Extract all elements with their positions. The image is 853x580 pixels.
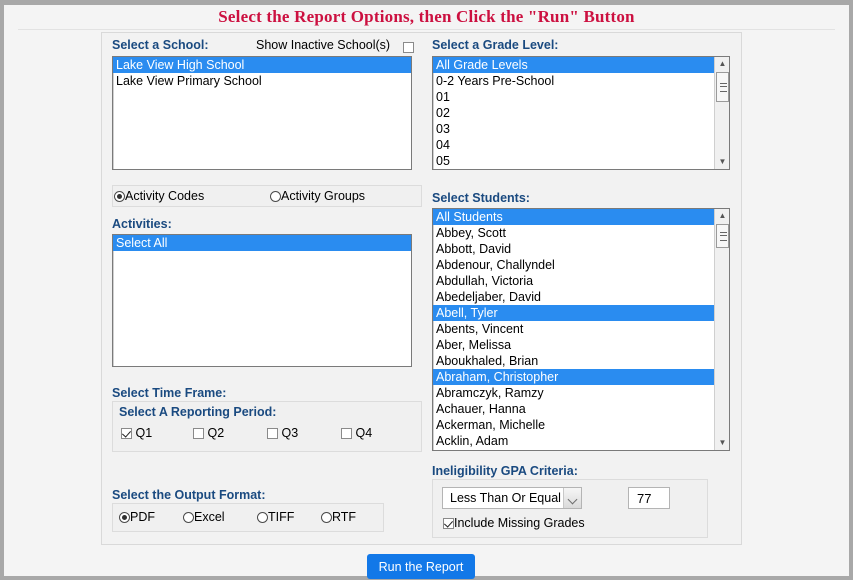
student-list-item[interactable]: Abramczyk, Ramzy — [433, 385, 714, 401]
quarter-checkbox-q2[interactable]: Q2 — [193, 426, 224, 440]
student-list-item[interactable]: Abbey, Scott — [433, 225, 714, 241]
page-title: Select the Report Options, then Click th… — [218, 7, 635, 26]
student-list-item[interactable]: Abedeljaber, David — [433, 289, 714, 305]
students-scrollbar[interactable]: ▲ ▼ — [714, 209, 729, 450]
quarter-checkbox-q1[interactable]: Q1 — [121, 426, 152, 440]
output-format-radio-tiff[interactable]: TIFF — [257, 510, 294, 524]
quarter-checkbox-q3[interactable]: Q3 — [267, 426, 298, 440]
grade-list-item[interactable]: 05 — [433, 153, 714, 169]
checkbox-icon — [443, 518, 454, 529]
quarter-label: Q4 — [352, 426, 373, 440]
radio-activity-codes[interactable]: Activity Codes — [114, 189, 204, 203]
radio-activity-groups[interactable]: Activity Groups — [270, 189, 365, 203]
student-list-item[interactable]: All Students — [433, 209, 714, 225]
radio-activity-codes-label: Activity Codes — [125, 189, 205, 203]
grade-list-item[interactable]: 0-2 Years Pre-School — [433, 73, 714, 89]
include-missing-grades-checkbox[interactable]: Include Missing Grades — [443, 516, 585, 530]
student-list-item[interactable]: Abell, Tyler — [433, 305, 714, 321]
grade-list-item[interactable]: 02 — [433, 105, 714, 121]
radio-icon — [257, 512, 268, 523]
quarter-checkbox-q4[interactable]: Q4 — [341, 426, 372, 440]
checkbox-icon — [121, 428, 132, 439]
quarter-label: Q2 — [204, 426, 225, 440]
radio-icon — [321, 512, 332, 523]
grade-scroll-up-icon[interactable]: ▲ — [715, 57, 729, 71]
checkbox-icon — [193, 428, 204, 439]
student-list-item[interactable]: Abraham, Christopher — [433, 369, 714, 385]
title-divider — [18, 29, 835, 30]
reporting-period-label: Select A Reporting Period: — [119, 405, 277, 419]
student-list-item[interactable]: Ackerman, Michelle — [433, 417, 714, 433]
show-inactive-checkbox[interactable] — [403, 38, 414, 56]
activities-section-label: Activities: — [112, 217, 172, 231]
students-scroll-up-icon[interactable]: ▲ — [715, 209, 729, 223]
grade-section-label: Select a Grade Level: — [432, 38, 559, 52]
radio-icon — [270, 191, 281, 202]
output-format-label: PDF — [130, 510, 155, 524]
student-list-item[interactable]: Abbott, David — [433, 241, 714, 257]
school-list-item[interactable]: Lake View High School — [113, 57, 411, 73]
student-list-item[interactable]: Aber, Melissa — [433, 337, 714, 353]
show-inactive-label: Show Inactive School(s) — [256, 38, 391, 52]
activity-list-item[interactable]: Select All — [113, 235, 411, 251]
output-format-radio-excel[interactable]: Excel — [183, 510, 225, 524]
students-scroll-thumb[interactable] — [716, 224, 729, 248]
grade-list-item[interactable]: 04 — [433, 137, 714, 153]
activities-listbox[interactable]: Select All — [112, 234, 412, 367]
output-format-radio-rtf[interactable]: RTF — [321, 510, 356, 524]
output-format-radio-pdf[interactable]: PDF — [119, 510, 155, 524]
grade-scroll-down-icon[interactable]: ▼ — [715, 155, 729, 169]
run-report-button[interactable]: Run the Report — [367, 554, 475, 579]
gpa-criteria-label: Ineligibility GPA Criteria: — [432, 464, 578, 478]
output-format-label: RTF — [332, 510, 357, 524]
gpa-comparison-select[interactable]: Less Than Or Equal To — [442, 487, 582, 509]
student-list-item[interactable]: Abdullah, Victoria — [433, 273, 714, 289]
grip-icon — [720, 232, 727, 241]
grade-list-item[interactable]: 03 — [433, 121, 714, 137]
grade-listbox[interactable]: All Grade Levels 0-2 Years Pre-School 01 02… — [432, 56, 730, 170]
output-format-label: TIFF — [268, 510, 295, 524]
quarter-label: Q3 — [278, 426, 299, 440]
students-scroll-down-icon[interactable]: ▼ — [715, 436, 729, 450]
radio-icon — [119, 512, 130, 523]
student-list-item[interactable]: Abents, Vincent — [433, 321, 714, 337]
school-listbox[interactable]: Lake View High School Lake View Primary S… — [112, 56, 412, 170]
checkbox-icon — [267, 428, 278, 439]
student-list-item[interactable]: Achauer, Hanna — [433, 401, 714, 417]
school-list-item[interactable]: Lake View Primary School — [113, 73, 411, 89]
gpa-comparison-value: Less Than Or Equal To — [450, 491, 578, 505]
grade-list-item[interactable]: All Grade Levels — [433, 57, 714, 73]
chevron-down-icon[interactable] — [563, 488, 581, 508]
student-list-item[interactable]: Acklin, Adam — [433, 433, 714, 449]
students-section-label: Select Students: — [432, 191, 530, 205]
grade-scroll-thumb[interactable] — [716, 72, 729, 102]
school-section-label: Select a School: — [112, 38, 209, 52]
report-options-page: Select the Report Options, then Click th… — [4, 5, 849, 579]
gpa-threshold-input[interactable]: 77 — [628, 487, 670, 509]
output-format-label: Excel — [194, 510, 225, 524]
radio-activity-groups-label: Activity Groups — [281, 189, 366, 203]
radio-icon — [114, 191, 125, 202]
grade-list-item[interactable]: 01 — [433, 89, 714, 105]
checkbox-icon — [403, 42, 414, 53]
grade-scrollbar[interactable]: ▲ ▼ — [714, 57, 729, 169]
student-list-item[interactable]: Abdenour, Challyndel — [433, 257, 714, 273]
grip-icon — [720, 83, 727, 92]
output-format-label: Select the Output Format: — [112, 488, 266, 502]
radio-icon — [183, 512, 194, 523]
include-missing-grades-label: Include Missing Grades — [454, 516, 585, 530]
quarter-label: Q1 — [132, 426, 153, 440]
students-listbox[interactable]: All Students Abbey, Scott Abbott, David Abd… — [432, 208, 730, 451]
time-frame-label: Select Time Frame: — [112, 386, 227, 400]
student-list-item[interactable]: Aboukhaled, Brian — [433, 353, 714, 369]
checkbox-icon — [341, 428, 352, 439]
